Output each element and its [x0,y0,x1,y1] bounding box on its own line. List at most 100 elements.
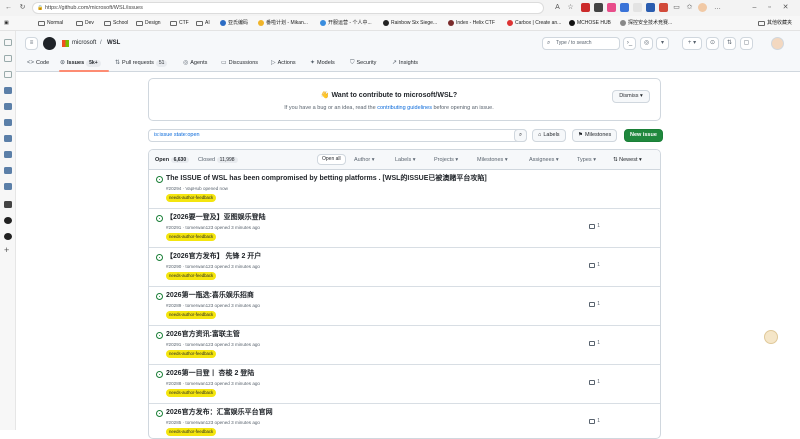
assignees-filter[interactable]: Assignees ▾ [529,155,559,165]
create-new-icon[interactable]: + ▾ [682,37,702,50]
back-icon[interactable]: ← [4,3,13,12]
comment-count[interactable]: 1 [589,301,600,307]
favorites-icon[interactable]: ✩ [685,3,694,12]
sidebar-app-icon[interactable] [4,183,12,190]
issues-icon[interactable]: ⊙ [706,37,719,50]
issue-title-link[interactable]: 2026第一目登丨 杏梭 2 登陆 [166,369,254,379]
comment-count[interactable]: 1 [589,262,600,268]
bookmark-item-3[interactable]: 开服运营 - 个人中... [320,18,372,28]
milestones-filter[interactable]: Milestones ▾ [477,155,508,165]
tab-issues[interactable]: ⊙ Issues 5k+ [60,57,101,69]
sidebar-add-icon[interactable]: + [4,246,12,255]
bookmark-folder-ai[interactable]: AI [196,18,210,28]
sidebar-app-icon[interactable] [4,135,12,142]
repo-owner-link[interactable]: microsoft [72,39,96,48]
issue-label[interactable]: needs-author-feedback [166,311,217,319]
hamburger-menu-icon[interactable]: ≡ [25,37,38,50]
command-palette-icon[interactable]: ›_ [623,37,636,50]
user-avatar[interactable] [771,37,784,50]
reload-icon[interactable]: ↻ [18,3,27,12]
issue-filter-input[interactable]: is:issue state:open [148,129,527,142]
author-filter[interactable]: Author ▾ [354,155,375,165]
tab-insights[interactable]: ↗ Insights [392,57,418,69]
labels-button[interactable]: ⌂ Labels [532,129,566,142]
issue-title-link[interactable]: 2026官方发布：汇富娱乐平台官网 [166,408,273,418]
issue-row[interactable]: 2026第一目登丨 杏梭 2 登陆 #20288 · tomerwan123 o… [149,365,660,404]
tab-pull-requests[interactable]: ⇅ Pull requests 51 [115,57,168,69]
issue-row[interactable]: 【2026要一登及】亚图娱乐登陆 #20291 · tomerwan123 op… [149,209,660,248]
search-input[interactable]: ⌕ Type / to search [542,37,620,50]
extension-orange-icon[interactable] [659,3,668,12]
github-icon[interactable] [4,233,12,240]
issue-row[interactable]: The ISSUE of WSL has been compromised by… [149,170,660,209]
tab-agents[interactable]: ◎ Agents [183,57,207,69]
issue-row[interactable]: 【2026官方发布】 先锋 2 开户 #20290 · tomerwan123 … [149,248,660,287]
issue-label[interactable]: needs-author-feedback [166,350,217,358]
tab-code[interactable]: <> Code [27,57,49,69]
copilot-menu-icon[interactable]: ▾ [656,37,669,50]
contributing-guidelines-link[interactable]: contributing guidelines [377,105,432,111]
bookmark-add-icon[interactable]: ▣ [4,18,9,28]
bookmark-folder-ctf[interactable]: CTF [170,18,189,28]
sidebar-app-icon[interactable] [4,87,12,94]
issue-label[interactable]: needs-author-feedback [166,389,217,397]
notifications-icon[interactable]: ▢ [740,37,753,50]
copilot-icon[interactable]: ◎ [640,37,653,50]
bookmark-folder-normal[interactable]: Normal [38,18,63,28]
address-bar[interactable]: 🔒 https://github.com/microsoft/WSL/issue… [32,2,544,14]
extension-pink-icon[interactable] [607,3,616,12]
issue-title-link[interactable]: 2026官方资讯:富联主管 [166,330,240,340]
issue-title-link[interactable]: 【2026要一登及】亚图娱乐登陆 [166,213,266,223]
split-screen-icon[interactable]: ▭ [672,3,681,12]
types-filter[interactable]: Types ▾ [577,155,596,165]
issue-label[interactable]: needs-author-feedback [166,428,217,436]
bookmark-folder-design[interactable]: Design [136,18,161,28]
maximize-icon[interactable]: ▫ [765,3,774,12]
comment-count[interactable]: 1 [589,340,600,346]
issue-row[interactable]: 2026官方发布：汇富娱乐平台官网 #20285 · tomerwan123 o… [149,404,660,438]
filter-search-button[interactable]: ⌕ [514,129,527,142]
bookmark-folder-school[interactable]: School [104,18,128,28]
new-issue-button[interactable]: New issue [624,129,663,142]
more-menu-icon[interactable]: … [713,3,722,12]
pull-requests-icon[interactable]: ⇅ [723,37,736,50]
read-aloud-icon[interactable]: A [553,3,562,12]
issue-title-link[interactable]: The ISSUE of WSL has been compromised by… [166,174,487,184]
minimize-icon[interactable]: – [750,3,759,12]
comment-count[interactable]: 1 [589,379,600,385]
other-bookmarks[interactable]: 其他收藏夹 [758,18,792,28]
issue-row[interactable]: 2026官方资讯:富联主管 #20291 · tomerwan123 opene… [149,326,660,365]
tab-models[interactable]: ✦ Models [310,57,335,69]
sidebar-app-icon[interactable] [4,201,12,208]
issue-title-link[interactable]: 【2026官方发布】 先锋 2 开户 [166,252,261,262]
sidebar-app-icon[interactable] [4,39,12,46]
sidebar-app-icon[interactable] [4,71,12,78]
issue-title-link[interactable]: 2026第一瓶选:喜乐娱乐招商 [166,291,254,301]
extension-navy-icon[interactable] [646,3,655,12]
github-logo-icon[interactable] [43,37,56,50]
sidebar-app-icon[interactable] [4,55,12,62]
issue-label[interactable]: needs-author-feedback [166,194,217,202]
projects-filter[interactable]: Projects ▾ [434,155,458,165]
issue-row[interactable]: 2026第一瓶选:喜乐娱乐招商 #20289 · tomerwan123 ope… [149,287,660,326]
open-issues-tab[interactable]: Open 6,630 [155,155,190,165]
dismiss-button[interactable]: Dismiss ▾ [612,90,650,103]
extension-blue-icon[interactable] [620,3,629,12]
issue-label[interactable]: needs-author-feedback [166,272,217,280]
bookmark-item-1[interactable]: 亚氏编码 [220,18,248,28]
tab-discussions[interactable]: ▭ Discussions [221,57,258,69]
extension-gray-icon[interactable] [633,3,642,12]
sort-dropdown[interactable]: ⇅ Newest ▾ [613,155,642,165]
sidebar-app-icon[interactable] [4,167,12,174]
labels-filter[interactable]: Labels ▾ [395,155,416,165]
profile-avatar-icon[interactable] [698,3,707,12]
comment-count[interactable]: 1 [589,223,600,229]
close-window-icon[interactable]: ✕ [781,3,790,12]
tab-actions[interactable]: ▷ Actions [271,57,296,69]
extension-dark-icon[interactable] [594,3,603,12]
comment-count[interactable]: 1 [589,418,600,424]
bookmark-item-4[interactable]: Rainbow Six Siege... [383,18,437,28]
bookmark-item-6[interactable]: Carbox | Create an... [507,18,561,28]
tab-security[interactable]: ⛉ Security [350,57,376,69]
open-all-button[interactable]: Open all [317,154,346,165]
